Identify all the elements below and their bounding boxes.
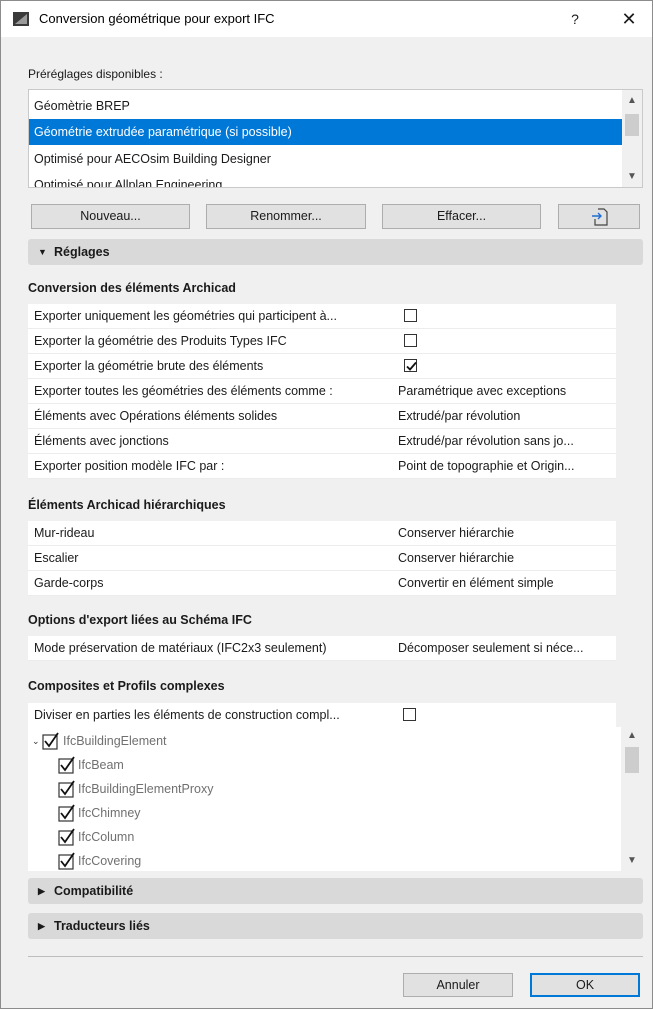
expand-triangle-icon: ▼ bbox=[38, 247, 47, 257]
setting-row[interactable]: Escalier Conserver hiérarchie bbox=[28, 546, 616, 571]
tree-checkbox-checked-icon[interactable] bbox=[58, 828, 76, 846]
setting-value[interactable]: Conserver hiérarchie bbox=[398, 521, 514, 545]
translators-section-header[interactable]: ▶ Traducteurs liés bbox=[28, 913, 643, 939]
tree-label: IfcBuildingElement bbox=[63, 734, 167, 748]
settings-section-header[interactable]: ▼ Réglages bbox=[28, 239, 643, 265]
setting-row[interactable]: Exporter position modèle IFC par : Point… bbox=[28, 454, 616, 479]
checkmark-icon bbox=[406, 361, 417, 371]
delete-preset-button[interactable]: Effacer... bbox=[382, 204, 541, 229]
presets-scrollbar[interactable]: ▲ ▼ bbox=[622, 90, 642, 187]
preset-item[interactable]: Optimisé pour Allplan Engineering bbox=[29, 172, 622, 187]
rename-preset-button[interactable]: Renommer... bbox=[206, 204, 366, 229]
setting-checkbox-checked[interactable] bbox=[404, 359, 417, 372]
setting-row[interactable]: Mur-rideau Conserver hiérarchie bbox=[28, 521, 616, 546]
tree-checkbox-checked-icon[interactable] bbox=[58, 780, 76, 798]
setting-label: Exporter toutes les géométries des éléme… bbox=[34, 384, 333, 398]
presets-label: Préréglages disponibles : bbox=[28, 67, 163, 81]
setting-row[interactable]: Garde-corps Convertir en élément simple bbox=[28, 571, 616, 596]
tree-label: IfcBeam bbox=[78, 758, 124, 772]
compat-section-label: Compatibilité bbox=[54, 884, 134, 898]
setting-row[interactable]: Éléments avec Opérations éléments solide… bbox=[28, 404, 616, 429]
setting-value[interactable]: Paramétrique avec exceptions bbox=[398, 379, 566, 403]
setting-label: Exporter uniquement les géométries qui p… bbox=[34, 309, 337, 323]
setting-row[interactable]: Exporter uniquement les géométries qui p… bbox=[28, 304, 616, 329]
tree-label: IfcColumn bbox=[78, 830, 135, 844]
setting-row[interactable]: Exporter toutes les géométries des éléme… bbox=[28, 379, 616, 404]
setting-checkbox[interactable] bbox=[403, 708, 416, 721]
setting-label: Diviser en parties les éléments de const… bbox=[34, 708, 340, 722]
setting-row[interactable]: Diviser en parties les éléments de const… bbox=[28, 703, 616, 728]
setting-label: Éléments avec jonctions bbox=[34, 434, 169, 448]
new-preset-button[interactable]: Nouveau... bbox=[31, 204, 190, 229]
scroll-down-icon[interactable]: ▼ bbox=[622, 168, 642, 186]
help-button[interactable]: ? bbox=[557, 4, 593, 34]
setting-row[interactable]: Mode préservation de matériaux (IFC2x3 s… bbox=[28, 636, 616, 661]
setting-label: Exporter la géométrie des Produits Types… bbox=[34, 334, 287, 348]
tree-checkbox-checked-icon[interactable] bbox=[58, 756, 76, 774]
setting-label: Éléments avec Opérations éléments solide… bbox=[34, 409, 278, 423]
scroll-down-icon[interactable]: ▼ bbox=[621, 852, 643, 870]
tree-checkbox-checked-icon[interactable] bbox=[58, 852, 76, 870]
tree-label: IfcCovering bbox=[78, 854, 142, 868]
presets-list[interactable]: Géomètrie BREP Géométrie extrudée paramé… bbox=[28, 89, 643, 188]
translators-section-label: Traducteurs liés bbox=[54, 919, 150, 933]
close-button[interactable]: ✕ bbox=[609, 4, 649, 34]
settings-header-label: Réglages bbox=[54, 245, 110, 259]
setting-checkbox[interactable] bbox=[404, 309, 417, 322]
setting-label: Garde-corps bbox=[34, 576, 104, 590]
cancel-button[interactable]: Annuler bbox=[403, 973, 513, 997]
preset-item[interactable]: Géomètrie BREP bbox=[29, 93, 622, 119]
tree-checkbox-checked-icon[interactable] bbox=[42, 732, 60, 750]
preset-item[interactable]: Optimisé pour AECOsim Building Designer bbox=[29, 146, 622, 172]
scroll-thumb[interactable] bbox=[625, 747, 639, 773]
tree-checkbox-checked-icon[interactable] bbox=[58, 804, 76, 822]
setting-label: Escalier bbox=[34, 551, 79, 565]
group-title-conversion: Conversion des éléments Archicad bbox=[28, 281, 236, 295]
ifc-class-tree[interactable]: ⌄ IfcBuildingElement IfcBeam IfcBuilding… bbox=[28, 727, 643, 871]
group-title-composites: Composites et Profils complexes bbox=[28, 679, 225, 693]
setting-checkbox[interactable] bbox=[404, 334, 417, 347]
setting-label: Exporter la géométrie brute des éléments bbox=[34, 359, 264, 373]
footer-divider bbox=[28, 956, 643, 957]
group-title-hierarchy: Éléments Archicad hiérarchiques bbox=[28, 498, 226, 512]
collapsed-triangle-icon: ▶ bbox=[38, 921, 45, 931]
setting-row[interactable]: Exporter la géométrie des Produits Types… bbox=[28, 329, 616, 354]
setting-label: Mur-rideau bbox=[34, 526, 95, 540]
compat-section-header[interactable]: ▶ Compatibilité bbox=[28, 878, 643, 904]
archicad-app-icon bbox=[13, 12, 29, 26]
setting-value[interactable]: Extrudé/par révolution sans jo... bbox=[398, 429, 574, 453]
window-title: Conversion géométrique pour export IFC bbox=[39, 11, 275, 26]
import-icon bbox=[591, 208, 609, 234]
setting-row[interactable]: Exporter la géométrie brute des éléments bbox=[28, 354, 616, 379]
setting-row[interactable]: Éléments avec jonctions Extrudé/par révo… bbox=[28, 429, 616, 454]
setting-label: Exporter position modèle IFC par : bbox=[34, 459, 225, 473]
setting-value[interactable]: Conserver hiérarchie bbox=[398, 546, 514, 570]
setting-value[interactable]: Extrudé/par révolution bbox=[398, 404, 520, 428]
setting-value[interactable]: Convertir en élément simple bbox=[398, 571, 554, 595]
setting-value[interactable]: Point de topographie et Origin... bbox=[398, 454, 575, 478]
tree-label: IfcChimney bbox=[78, 806, 141, 820]
scroll-up-icon[interactable]: ▲ bbox=[621, 727, 643, 745]
import-preset-button[interactable] bbox=[558, 204, 640, 229]
setting-value[interactable]: Décomposer seulement si néce... bbox=[398, 636, 584, 660]
group-title-schema: Options d'export liées au Schéma IFC bbox=[28, 613, 252, 627]
title-bar: Conversion géométrique pour export IFC ?… bbox=[1, 1, 652, 37]
scroll-up-icon[interactable]: ▲ bbox=[622, 92, 642, 110]
ok-button[interactable]: OK bbox=[530, 973, 640, 997]
tree-label: IfcBuildingElementProxy bbox=[78, 782, 214, 796]
tree-scrollbar[interactable]: ▲ ▼ bbox=[621, 727, 643, 871]
setting-label: Mode préservation de matériaux (IFC2x3 s… bbox=[34, 641, 327, 655]
collapsed-triangle-icon: ▶ bbox=[38, 886, 45, 896]
ifc-conversion-dialog: Conversion géométrique pour export IFC ?… bbox=[0, 0, 653, 1009]
preset-item-selected[interactable]: Géométrie extrudée paramétrique (si poss… bbox=[29, 119, 622, 145]
tree-expand-chevron-icon[interactable]: ⌄ bbox=[32, 729, 40, 753]
scroll-thumb[interactable] bbox=[625, 114, 639, 136]
